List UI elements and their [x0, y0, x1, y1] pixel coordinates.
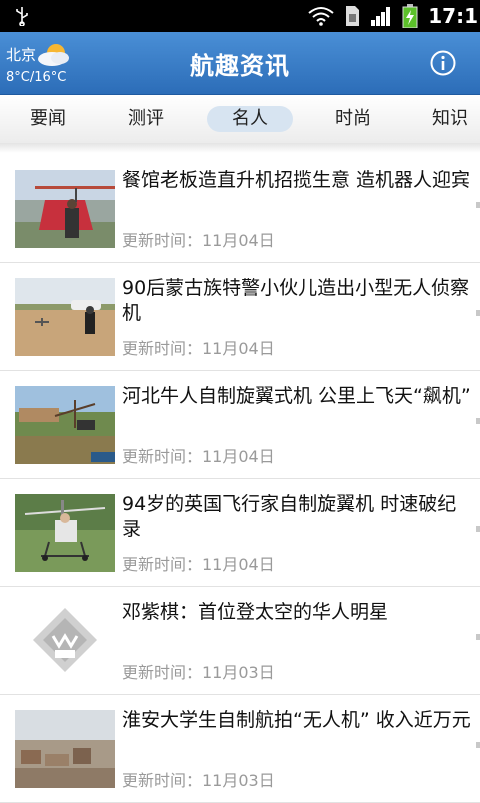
article-item[interactable]: 90后蒙古族特警小伙儿造出小型无人侦察机 更新时间：11月04日 — [0, 262, 480, 371]
usb-icon — [16, 7, 28, 26]
scroll-edge-indicator — [476, 742, 480, 748]
tab-zhishi[interactable]: 知识 — [412, 95, 480, 143]
scroll-edge-indicator — [476, 310, 480, 316]
clock: 17:1 — [428, 4, 478, 28]
article-item[interactable]: 94岁的英国飞行家自制旋翼机 时速破纪录 更新时间：11月04日 — [0, 478, 480, 587]
article-thumbnail — [15, 170, 115, 248]
battery-charging-icon — [402, 4, 418, 28]
article-thumbnail — [15, 386, 115, 464]
article-date: 更新时间：11月04日 — [122, 339, 275, 358]
article-title: 94岁的英国飞行家自制旋翼机 时速破纪录 — [122, 493, 457, 540]
article-date: 更新时间：11月03日 — [122, 771, 275, 790]
article-thumbnail — [15, 494, 115, 572]
app-header: 北京 8°C/16°C 航趣资讯 — [0, 32, 480, 95]
tab-mingren[interactable]: 名人 — [210, 95, 290, 143]
category-tabs: 要闻 测评 名人 时尚 知识 — [0, 95, 480, 144]
signal-icon — [371, 7, 391, 26]
article-title: 淮安大学生自制航拍“无人机” 收入近万元 — [122, 709, 471, 731]
scroll-edge-indicator — [476, 526, 480, 532]
status-bar: 17:1 — [0, 0, 480, 32]
article-date: 更新时间：11月04日 — [122, 231, 275, 250]
article-item[interactable]: 河北牛人自制旋翼式机 公里上飞天“飙机” 更新时间：11月04日 — [0, 370, 480, 479]
article-item[interactable]: 邓紫棋：首位登太空的华人明星 更新时间：11月03日 — [0, 586, 480, 695]
tab-shishang[interactable]: 时尚 — [313, 95, 393, 143]
article-thumbnail — [15, 710, 115, 788]
placeholder-logo-icon — [15, 602, 115, 680]
tab-ceping[interactable]: 测评 — [106, 95, 186, 143]
tab-yaowen[interactable]: 要闻 — [8, 95, 88, 143]
info-icon[interactable] — [430, 50, 456, 76]
article-thumbnail — [15, 278, 115, 356]
article-date: 更新时间：11月03日 — [122, 663, 275, 682]
article-title: 邓紫棋：首位登太空的华人明星 — [122, 601, 389, 623]
sim-card-icon — [346, 6, 360, 26]
app-title: 航趣资讯 — [190, 52, 290, 80]
article-title: 90后蒙古族特警小伙儿造出小型无人侦察机 — [122, 277, 470, 324]
scroll-edge-indicator — [476, 202, 480, 208]
article-title: 河北牛人自制旋翼式机 公里上飞天“飙机” — [122, 385, 471, 407]
article-date: 更新时间：11月04日 — [122, 447, 275, 466]
wifi-icon — [308, 7, 334, 26]
article-date: 更新时间：11月04日 — [122, 555, 275, 574]
scroll-edge-indicator — [476, 418, 480, 424]
article-title: 餐馆老板造直升机招揽生意 造机器人迎宾 — [122, 169, 471, 191]
scroll-edge-indicator — [476, 634, 480, 640]
article-item[interactable]: 餐馆老板造直升机招揽生意 造机器人迎宾 更新时间：11月04日 — [0, 154, 480, 263]
article-item[interactable]: 淮安大学生自制航拍“无人机” 收入近万元 更新时间：11月03日 — [0, 694, 480, 803]
tab-shadow — [0, 143, 480, 153]
